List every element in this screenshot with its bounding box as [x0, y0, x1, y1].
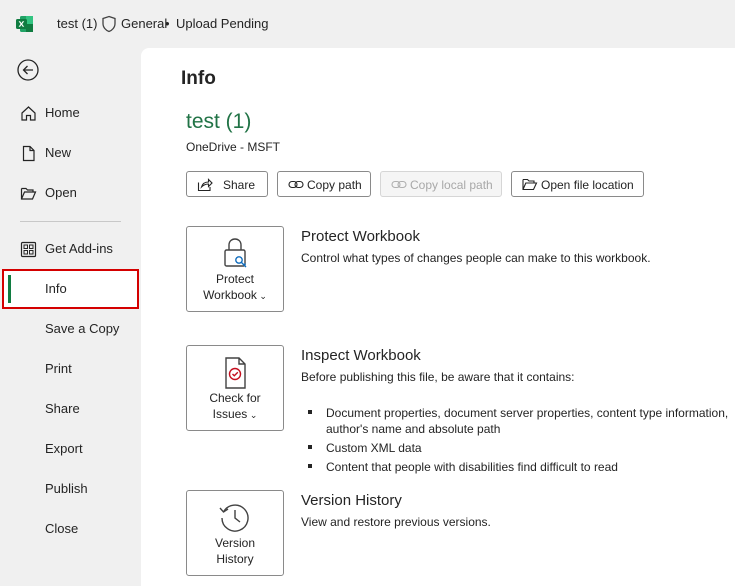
protect-card-line2: Workbook ⌄ [203, 288, 267, 302]
sidebar-item-export[interactable]: Export [0, 429, 141, 469]
bullet-marker [308, 464, 312, 468]
copy-local-path-label: Copy local path [410, 178, 493, 192]
history-icon [219, 504, 249, 532]
sensitivity-label[interactable]: General [121, 16, 167, 31]
sidebar-item-info[interactable]: Info [2, 269, 139, 309]
sidebar-item-home[interactable]: Home [0, 93, 141, 133]
folder-open-icon [522, 178, 538, 191]
file-title: test (1) [186, 110, 252, 133]
backstage-sidebar: Home New Open Get Add-ins Info Save a Co… [0, 48, 141, 586]
protect-workbook-button[interactable]: Protect Workbook ⌄ [186, 226, 284, 312]
version-history-button[interactable]: Version History [186, 490, 284, 576]
sidebar-item-label: Export [45, 441, 83, 456]
document-check-icon [225, 357, 246, 389]
share-button-label: Share [223, 178, 256, 192]
folder-open-icon [20, 187, 37, 200]
open-file-location-label: Open file location [541, 178, 634, 192]
title-bar: test (1) General • Upload Pending [0, 0, 735, 48]
file-location: OneDrive - MSFT [186, 140, 281, 154]
copy-path-label: Copy path [307, 178, 362, 192]
upload-status: Upload Pending [176, 16, 269, 31]
home-icon [21, 106, 36, 121]
sidebar-item-print[interactable]: Print [0, 349, 141, 389]
info-panel: Info test (1) OneDrive - MSFT Share Copy… [141, 48, 735, 586]
sidebar-item-label: Publish [45, 481, 88, 496]
sidebar-item-new[interactable]: New [0, 133, 141, 173]
sidebar-item-label: Close [45, 521, 79, 536]
bullet-marker [308, 410, 312, 414]
bullet-marker [308, 445, 312, 449]
add-ins-icon [20, 241, 37, 258]
sidebar-item-label: New [45, 145, 72, 160]
sidebar-item-label: Get Add-ins [45, 241, 113, 256]
inspect-workbook-title: Inspect Workbook [301, 347, 421, 364]
version-history-title: Version History [301, 492, 402, 509]
protect-workbook-desc: Control what types of changes people can… [301, 251, 651, 265]
sidebar-divider [20, 221, 121, 222]
version-history-desc: View and restore previous versions. [301, 515, 491, 529]
check-for-issues-button[interactable]: Check for Issues ⌄ [186, 345, 284, 431]
new-document-icon [22, 145, 35, 162]
sidebar-item-label: Home [45, 105, 80, 120]
document-name[interactable]: test (1) [57, 16, 97, 31]
title-separator: • [165, 16, 170, 31]
inspect-card-line1: Check for [209, 391, 261, 405]
inspect-card-line2: Issues ⌄ [212, 407, 258, 421]
inspect-workbook-desc: Before publishing this file, be aware th… [301, 370, 575, 384]
back-arrow-icon[interactable] [16, 58, 40, 82]
lock-key-icon [224, 238, 247, 268]
link-icon [288, 180, 304, 189]
excel-app-icon [16, 16, 33, 32]
share-icon [197, 178, 213, 192]
sidebar-item-label: Save a Copy [45, 321, 120, 336]
chevron-down-icon: ⌄ [256, 291, 267, 301]
protect-workbook-title: Protect Workbook [301, 228, 420, 245]
sidebar-item-get-add-ins[interactable]: Get Add-ins [0, 229, 141, 269]
sidebar-item-open[interactable]: Open [0, 173, 141, 213]
copy-local-path-button[interactable]: Copy local path [380, 171, 502, 197]
version-card-line1: Version [214, 536, 256, 550]
share-button[interactable]: Share [186, 171, 268, 197]
sidebar-item-label: Share [45, 401, 80, 416]
sidebar-item-label: Open [45, 185, 77, 200]
open-file-location-button[interactable]: Open file location [511, 171, 644, 197]
sidebar-item-publish[interactable]: Publish [0, 469, 141, 509]
chevron-down-icon: ⌄ [247, 410, 258, 420]
sidebar-item-share[interactable]: Share [0, 389, 141, 429]
sidebar-item-label: Print [45, 361, 72, 376]
protect-card-line1: Protect [215, 272, 254, 286]
sidebar-item-close[interactable]: Close [0, 509, 141, 549]
copy-path-button[interactable]: Copy path [277, 171, 371, 197]
page-title: Info [181, 68, 216, 89]
sidebar-item-save-a-copy[interactable]: Save a Copy [0, 309, 141, 349]
version-card-line2: History [216, 552, 254, 566]
sidebar-item-label: Info [45, 281, 67, 296]
shield-icon[interactable] [101, 15, 117, 33]
link-icon [391, 180, 407, 189]
